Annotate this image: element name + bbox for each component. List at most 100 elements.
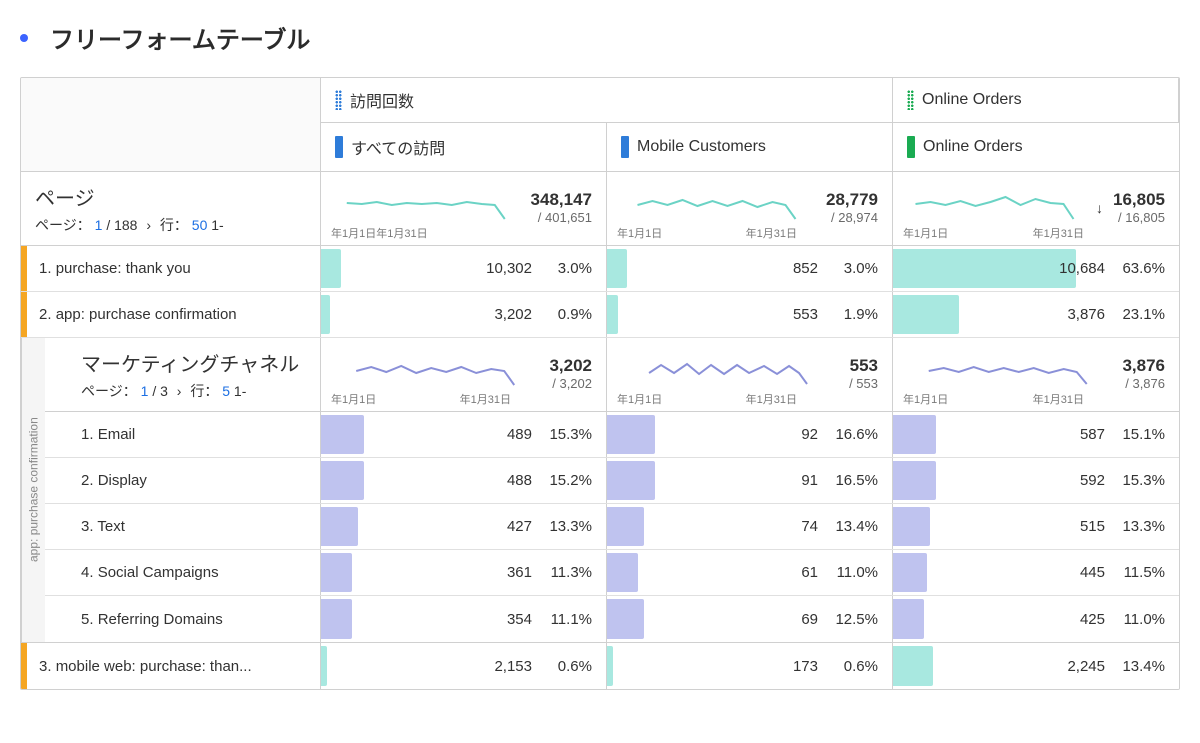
pager-total: / 3 (152, 383, 168, 399)
metric-label: Online Orders (922, 91, 1022, 109)
drag-handle-icon[interactable] (335, 90, 342, 110)
cell-value: 69 (766, 611, 818, 628)
cell-value: 427 (480, 518, 532, 535)
row-rank: 5. (81, 611, 94, 628)
panel-title: フリーフォームテーブル (50, 20, 310, 55)
sparkline-icon (903, 193, 1088, 223)
table-row[interactable]: 3. Text42713.3%7413.4%51513.3% (45, 504, 1179, 550)
cell-value: 2,245 (1053, 658, 1105, 675)
summary-sub: / 3,876 (1122, 376, 1165, 391)
segment-chip-icon (907, 136, 915, 158)
cell-percent: 13.4% (1117, 658, 1165, 675)
row-label: Social Campaigns (98, 564, 219, 581)
pager[interactable]: ページ： 1 / 188 › 行： 50 1- (35, 215, 306, 235)
rows-value[interactable]: 5 (222, 383, 230, 399)
table-row[interactable]: 3. mobile web: purchase: than... 2,153 0… (21, 643, 1179, 689)
summary-sub: / 401,651 (531, 210, 592, 225)
cell-value: 10,684 (1053, 260, 1105, 277)
summary-cell-all-visits[interactable]: 3,202 / 3,202 年1月1日 年1月31日 (321, 338, 607, 411)
data-cell: 427 13.3% (321, 504, 607, 549)
metric-header-row: 訪問回数 Online Orders (21, 78, 1179, 123)
cell-percent: 0.6% (544, 658, 592, 675)
table-row[interactable]: 1. purchase: thank you 10,302 3.0% 852 3… (21, 246, 1179, 292)
table-row[interactable]: 2. app: purchase confirmation 3,202 0.9%… (21, 292, 1179, 338)
summary-total: 28,779 (826, 190, 878, 210)
sparkline-icon (617, 359, 841, 389)
date-end-label: 年1月31日 (1033, 391, 1084, 407)
rows-suffix: 1- (211, 217, 223, 233)
pager[interactable]: ページ： 1 / 3 › 行： 5 1- (81, 381, 306, 401)
summary-cell-mobile[interactable]: 553 / 553 年1月1日 年1月31日 (607, 338, 893, 411)
cell-percent: 0.6% (830, 658, 878, 675)
cell-percent: 23.1% (1117, 306, 1165, 323)
row-rank: 2. (39, 306, 52, 323)
cell-percent: 3.0% (830, 260, 878, 277)
breakdown-section: app: purchase confirmation マーケティングチャネル ペ… (21, 338, 1179, 643)
cell-value: 553 (766, 306, 818, 323)
metric-group-online-orders[interactable]: Online Orders (893, 78, 1179, 123)
cell-value: 489 (480, 426, 532, 443)
data-cell: 44511.5% (893, 550, 1179, 595)
cell-value: 3,876 (1053, 306, 1105, 323)
summary-cell-orders[interactable]: ↓ 16,805 / 16,805 年1月1日 年1月31日 (893, 172, 1179, 245)
table-row[interactable]: 5. Referring Domains35411.1%6912.5%42511… (45, 596, 1179, 642)
segment-label: Online Orders (923, 138, 1023, 156)
summary-cell-orders[interactable]: 3,876 / 3,876 年1月1日 年1月31日 (893, 338, 1179, 411)
data-cell: 7413.4% (607, 504, 893, 549)
date-end-label: 年1月31日 (1033, 225, 1084, 241)
pager-current[interactable]: 1 (141, 383, 149, 399)
rows-value[interactable]: 50 (192, 217, 208, 233)
row-label: purchase: thank you (56, 260, 191, 277)
data-cell: 10,684 63.6% (893, 246, 1179, 291)
summary-total: 348,147 (531, 190, 592, 210)
cell-percent: 11.5% (1117, 564, 1165, 581)
segment-online-orders[interactable]: Online Orders (893, 123, 1179, 171)
cell-value: 361 (480, 564, 532, 581)
bullet-icon (20, 34, 28, 42)
pager-label: ページ： (35, 217, 91, 233)
data-cell: 9116.5% (607, 458, 893, 503)
summary-total: 3,202 (549, 356, 592, 376)
row-rank: 1. (81, 426, 94, 443)
row-label: Referring Domains (98, 611, 223, 628)
summary-sub: / 16,805 (1113, 210, 1165, 225)
cell-percent: 0.9% (544, 306, 592, 323)
row-label: Text (97, 518, 125, 535)
drag-handle-icon[interactable] (907, 90, 914, 110)
cell-percent: 13.3% (1117, 518, 1165, 535)
segment-header-row: すべての訪問 Mobile Customers Online Orders (21, 123, 1179, 172)
summary-cell-all-visits[interactable]: 348,147 / 401,651 年1月1日年1月31日 (321, 172, 607, 245)
table-row[interactable]: 4. Social Campaigns36111.3%6111.0%44511.… (45, 550, 1179, 596)
sort-desc-icon[interactable]: ↓ (1096, 200, 1103, 216)
table-row[interactable]: 1. Email48915.3%9216.6%58715.1% (45, 412, 1179, 458)
sparkline-icon (331, 359, 541, 389)
data-cell: 173 0.6% (607, 643, 893, 689)
date-end-label: 年1月31日 (746, 391, 797, 407)
breakdown-dimension-header[interactable]: マーケティングチャネル ページ： 1 / 3 › 行： 5 1- (45, 338, 321, 411)
row-label: mobile web: purchase: than... (56, 658, 252, 675)
summary-sub: / 3,202 (549, 376, 592, 391)
dimension-header[interactable]: ページ ページ： 1 / 188 › 行： 50 1- (21, 172, 321, 245)
cell-percent: 63.6% (1117, 260, 1165, 277)
rows-label: 行： (190, 383, 218, 399)
summary-cell-mobile[interactable]: 28,779 / 28,974 年1月1日 年1月31日 (607, 172, 893, 245)
table-row[interactable]: 2. Display48815.2%9116.5%59215.3% (45, 458, 1179, 504)
pager-current[interactable]: 1 (95, 217, 103, 233)
row-label: Email (98, 426, 136, 443)
chevron-right-icon[interactable]: › (177, 383, 182, 399)
data-cell: 69 12.5% (607, 596, 893, 642)
chevron-right-icon[interactable]: › (146, 217, 151, 233)
cell-value: 425 (1053, 611, 1105, 628)
metric-group-visits[interactable]: 訪問回数 (321, 78, 893, 123)
row-label: app: purchase confirmation (56, 306, 237, 323)
segment-all-visits[interactable]: すべての訪問 (321, 123, 607, 171)
metric-group-label: 訪問回数 (350, 88, 414, 112)
cell-percent: 12.5% (830, 611, 878, 628)
segment-mobile-customers[interactable]: Mobile Customers (607, 123, 893, 171)
cell-percent: 13.3% (544, 518, 592, 535)
date-start-label: 年1月1日 (331, 391, 376, 407)
pager-total: / 188 (106, 217, 137, 233)
rows-suffix: 1- (234, 383, 246, 399)
dimension-summary-row: ページ ページ： 1 / 188 › 行： 50 1- 348,147 / 40… (21, 172, 1179, 246)
cell-value: 92 (766, 426, 818, 443)
